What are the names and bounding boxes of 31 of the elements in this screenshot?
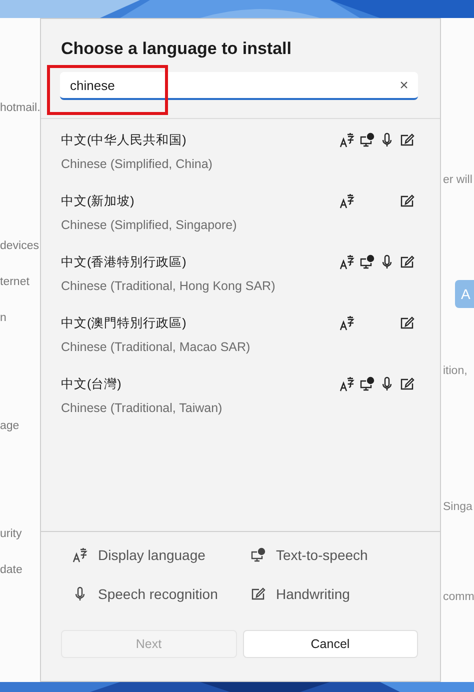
background-text: ition, (442, 364, 468, 378)
language-name[interactable]: 中文(澳門特別行政區) (61, 314, 339, 332)
background-text: Singa (442, 500, 474, 514)
background-text: er will (442, 173, 474, 187)
dialog-title: Choose a language to install (60, 38, 292, 60)
background-text: hotmail. (0, 101, 40, 115)
language-name[interactable]: 中文(中华人民共和国) (61, 131, 339, 149)
background-text: devices (0, 239, 40, 253)
language-name[interactable]: 中文(香港特別行政區) (61, 253, 339, 271)
clear-button[interactable]: × (390, 76, 418, 94)
search-field[interactable]: chinese × (60, 72, 418, 100)
language-english-name: Chinese (Traditional, Hong Kong SAR) (61, 278, 276, 295)
background-text: date (0, 563, 24, 577)
language-english-name: Chinese (Traditional, Macao SAR) (61, 339, 252, 356)
language-english-name: Chinese (Traditional, Taiwan) (61, 400, 224, 417)
language-name[interactable]: 中文(台灣) (61, 375, 339, 393)
background-text: comm (442, 590, 474, 604)
background-text: ternet (0, 275, 30, 289)
language-english-name: Chinese (Simplified, Singapore) (61, 217, 238, 234)
background-text: n (0, 311, 8, 325)
background-text: age (0, 419, 20, 433)
legend-label: Display language (98, 546, 206, 562)
language-english-name: Chinese (Simplified, China) (61, 156, 214, 173)
legend-label: Handwriting (276, 586, 350, 602)
dialog-button[interactable]: Cancel (242, 630, 418, 658)
monitor-bubble-icon (250, 546, 266, 562)
language-name[interactable]: 中文(新加坡) (61, 192, 339, 210)
background-text: urity (0, 527, 23, 541)
legend-label: Text-to-speech (276, 546, 368, 562)
legend-label: Speech recognition (98, 586, 218, 602)
translate-icon (72, 546, 88, 562)
